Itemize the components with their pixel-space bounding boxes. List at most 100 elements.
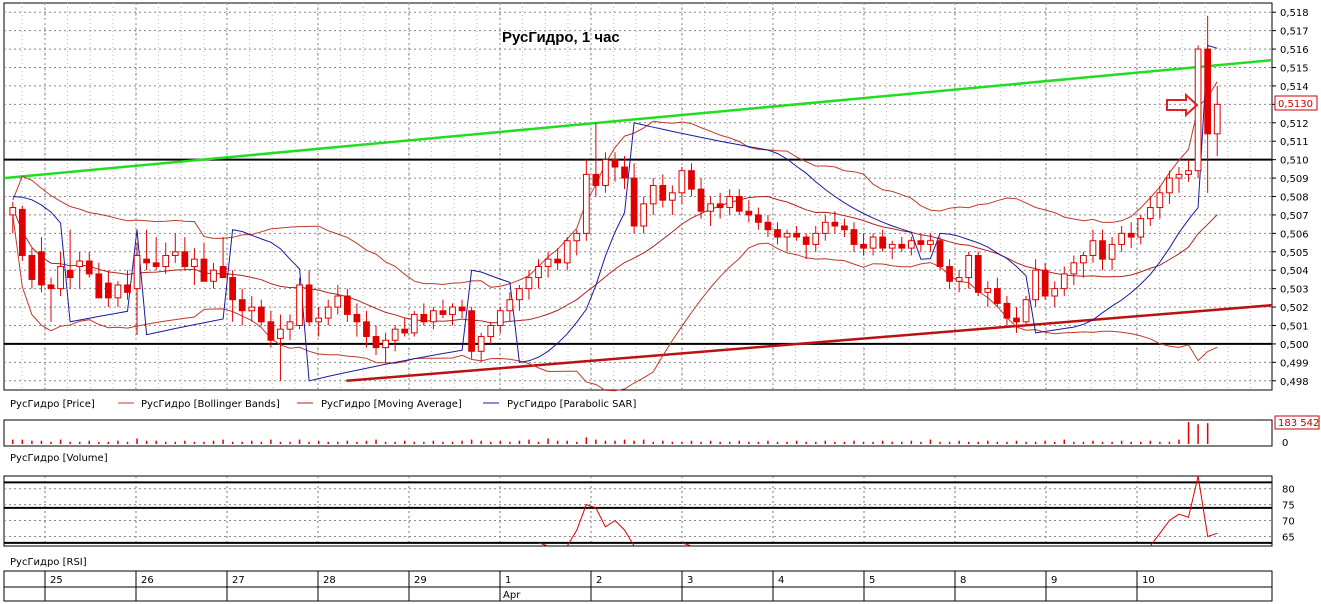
candle-body (774, 229, 781, 238)
month-label: Apr (503, 590, 521, 601)
candle-body (296, 284, 303, 327)
candle-body (95, 273, 103, 299)
candle-body (1204, 48, 1212, 135)
candle-body (573, 232, 581, 242)
price-tick-label: 0,504 (1280, 266, 1309, 277)
day-label: 9 (1051, 575, 1057, 586)
candle-body (315, 317, 323, 323)
price-tick-label: 0,509 (1280, 174, 1309, 185)
candle-body (334, 295, 342, 308)
candle-body (955, 277, 963, 282)
rsi-panel-frame (3, 475, 1273, 547)
candle-body (430, 310, 437, 323)
candle-body (563, 240, 571, 264)
candle-body (181, 251, 189, 268)
price-tick-label: 0,503 (1280, 285, 1309, 296)
candle-body (487, 325, 495, 338)
candle-body (114, 284, 122, 299)
candle-body (535, 266, 542, 279)
candle-body (439, 310, 447, 315)
day-label: 3 (687, 575, 693, 586)
price-tick-label: 0,516 (1280, 45, 1309, 56)
candle-body (783, 232, 791, 238)
candle-body (525, 277, 533, 290)
candle-body (841, 225, 848, 231)
candle-body (735, 196, 743, 212)
candle-body (152, 262, 160, 268)
day-label: 28 (323, 575, 336, 586)
candle-body (1070, 262, 1078, 275)
day-label: 1 (505, 575, 511, 586)
candle-body (105, 282, 112, 299)
rsi-tick-label: 65 (1282, 532, 1295, 543)
candle-body (707, 203, 714, 212)
candle-body (57, 266, 64, 290)
candle-body (1060, 273, 1068, 290)
candle-body (649, 184, 657, 205)
candle-body (936, 240, 944, 268)
candle-body (888, 243, 896, 249)
price-tick-label: 0,512 (1280, 119, 1309, 130)
candle-body (162, 254, 170, 268)
candle-body (831, 221, 839, 227)
candle-body (372, 336, 380, 349)
candle-body (1137, 218, 1145, 238)
candle-body (382, 339, 389, 349)
candle-body (1080, 254, 1087, 264)
candle-body (38, 251, 45, 286)
price-tick-label: 0,506 (1280, 229, 1309, 240)
candle-body (1089, 240, 1097, 256)
candle-body (133, 254, 141, 290)
candle-body (611, 159, 619, 168)
price-tick-label: 0,505 (1280, 248, 1309, 259)
candle-body (343, 295, 351, 315)
candle-body (286, 321, 294, 330)
candle-body (210, 269, 217, 282)
candle-body (1108, 243, 1116, 260)
volume-zero-label: 0 (1282, 438, 1288, 449)
volume-bars-layer (12, 422, 1209, 444)
parabolic-sar (12, 44, 1218, 382)
candle-body (1127, 232, 1135, 238)
candle-body (47, 284, 55, 290)
candle-body (993, 288, 1001, 304)
candle-body (257, 306, 265, 323)
rsi-layer (4, 475, 1272, 547)
candle-body (238, 299, 246, 312)
candle-body (582, 173, 590, 234)
price-tick-label: 0,498 (1280, 377, 1309, 388)
bollinger-upper (12, 81, 1218, 288)
candle-body (1175, 173, 1183, 179)
candle-body (621, 166, 628, 179)
candle-body (745, 210, 753, 216)
candle-body (516, 288, 523, 301)
candle-body (66, 269, 74, 279)
candle-body (898, 243, 906, 249)
candle-body (477, 336, 485, 352)
legend-price-label: РусГидро [Price] (10, 399, 95, 410)
candle-body (496, 310, 504, 326)
candle-body (1003, 302, 1011, 319)
candle-body (143, 258, 150, 264)
chart-title: РусГидро, 1 час (502, 29, 620, 46)
candle-body (793, 232, 800, 238)
bollinger-lower (12, 214, 1218, 392)
candle-body (917, 240, 925, 245)
candle-body (391, 328, 399, 341)
candles-layer (9, 15, 1221, 381)
candle-body (401, 328, 409, 334)
candle-body (248, 306, 256, 312)
price-tick-label: 0,517 (1280, 27, 1309, 38)
candle-body (305, 284, 313, 323)
candle-body (9, 207, 17, 216)
candle-body (28, 254, 36, 280)
day-label: 2 (596, 575, 602, 586)
candle-body (353, 313, 361, 323)
candle-body (716, 203, 724, 209)
day-label: 10 (1142, 575, 1155, 586)
price-tick-label: 0,515 (1280, 64, 1309, 75)
day-label: 25 (50, 575, 63, 586)
day-label: 8 (960, 575, 966, 586)
candle-body (124, 284, 131, 293)
price-tick-label: 0,500 (1280, 340, 1309, 351)
